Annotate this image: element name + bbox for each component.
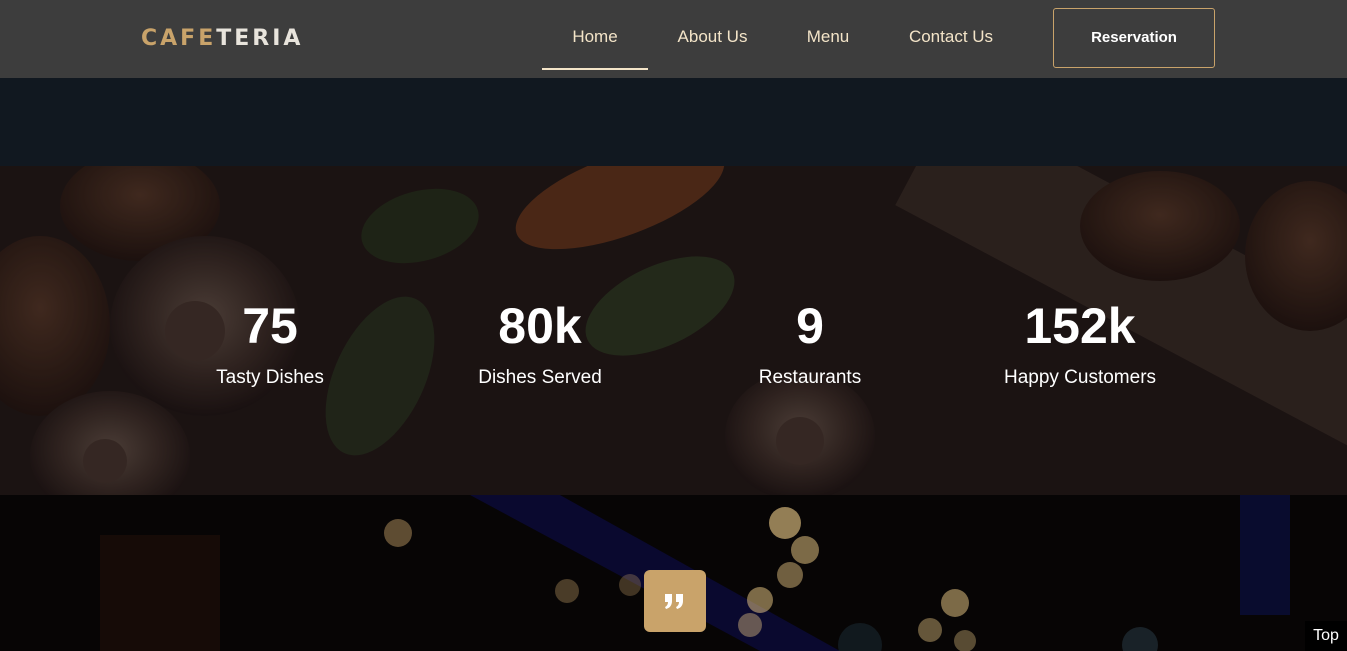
nav-menu[interactable]: Menu <box>795 0 861 70</box>
stat-number: 152k <box>1024 298 1136 354</box>
nav-contact-us[interactable]: Contact Us <box>898 0 1004 70</box>
navbar: CAFETERIA Home About Us Menu Contact Us … <box>0 0 1347 78</box>
stats-section: 75 Tasty Dishes 80k Dishes Served 9 Rest… <box>0 166 1347 495</box>
stat-dishes-served: 80k Dishes Served <box>410 296 670 390</box>
quote-icon <box>665 594 683 609</box>
stat-label: Happy Customers <box>1003 367 1157 388</box>
stat-tasty-dishes: 75 Tasty Dishes <box>140 296 400 390</box>
stat-happy-customers: 152k Happy Customers <box>950 296 1210 390</box>
stat-number: 80k <box>498 298 582 354</box>
stat-label: Dishes Served <box>478 367 602 388</box>
logo-part-cafe: CAFE <box>141 26 217 51</box>
quote-button[interactable] <box>644 570 706 632</box>
hero-bottom-band <box>0 78 1347 166</box>
stat-number: 75 <box>242 298 298 354</box>
nav-home[interactable]: Home <box>542 0 648 70</box>
stat-label: Restaurants <box>758 367 862 388</box>
logo-part-teria: TERIA <box>216 26 304 51</box>
stat-label: Tasty Dishes <box>216 367 324 388</box>
stat-restaurants: 9 Restaurants <box>680 296 940 390</box>
logo[interactable]: CAFETERIA <box>141 25 303 53</box>
testimonial-section <box>0 495 1347 651</box>
stat-number: 9 <box>796 298 824 354</box>
reservation-button[interactable]: Reservation <box>1053 8 1215 68</box>
nav-about-us[interactable]: About Us <box>665 0 760 70</box>
back-to-top-button[interactable]: Top <box>1305 621 1347 651</box>
